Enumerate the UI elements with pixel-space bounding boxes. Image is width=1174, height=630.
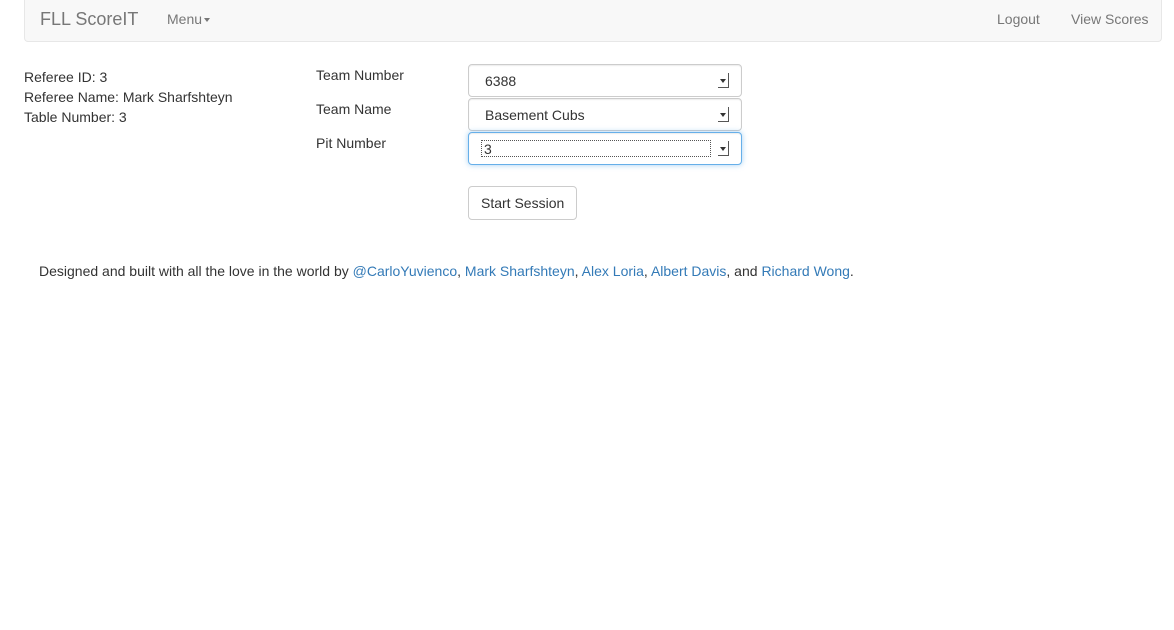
brand-link[interactable]: FLL ScoreIT bbox=[40, 9, 138, 30]
footer-separator: , bbox=[643, 263, 651, 279]
team-name-select[interactable]: Basement Cubs bbox=[468, 98, 742, 131]
credit-link-albert[interactable]: Albert Davis bbox=[651, 263, 726, 279]
credit-link-richard[interactable]: Richard Wong bbox=[761, 263, 849, 279]
team-number-select[interactable]: 6388 bbox=[468, 64, 742, 97]
pit-number-label: Pit Number bbox=[316, 135, 387, 151]
credit-link-carlo[interactable]: @CarloYuvienco bbox=[353, 263, 458, 279]
credit-link-mark[interactable]: Mark Sharfshteyn bbox=[465, 263, 575, 279]
referee-info: Referee ID: 3 Referee Name: Mark Sharfsh… bbox=[24, 67, 233, 127]
team-name-value: Basement Cubs bbox=[485, 107, 585, 123]
credit-link-alex[interactable]: Alex Loria bbox=[582, 263, 644, 279]
referee-name: Referee Name: Mark Sharfshteyn bbox=[24, 89, 233, 105]
referee-id: Referee ID: 3 bbox=[24, 69, 108, 85]
menu-dropdown-toggle[interactable]: Menu bbox=[167, 11, 211, 27]
table-number: Table Number: 3 bbox=[24, 109, 127, 125]
pit-number-value: 3 bbox=[481, 140, 711, 157]
caret-down-icon bbox=[204, 18, 211, 23]
dropdown-arrow-icon bbox=[718, 107, 729, 122]
dropdown-arrow-icon bbox=[718, 73, 729, 88]
team-number-value: 6388 bbox=[485, 73, 517, 89]
footer-separator: , and bbox=[726, 263, 762, 279]
view-scores-link[interactable]: View Scores bbox=[1071, 11, 1149, 27]
top-navbar: FLL ScoreIT Menu Logout View Scores bbox=[24, 0, 1162, 42]
team-number-label: Team Number bbox=[316, 67, 404, 83]
footer-separator: , bbox=[457, 263, 465, 279]
menu-label: Menu bbox=[167, 11, 203, 27]
team-name-label: Team Name bbox=[316, 101, 392, 117]
dropdown-arrow-icon bbox=[718, 141, 729, 156]
footer-separator: , bbox=[574, 263, 582, 279]
pit-number-select[interactable]: 3 bbox=[468, 132, 742, 165]
start-session-button[interactable]: Start Session bbox=[468, 186, 578, 220]
footer-intro: Designed and built with all the love in … bbox=[39, 263, 353, 279]
logout-link[interactable]: Logout bbox=[997, 11, 1040, 27]
footer-credits: Designed and built with all the love in … bbox=[39, 263, 854, 279]
footer-end: . bbox=[849, 263, 854, 279]
